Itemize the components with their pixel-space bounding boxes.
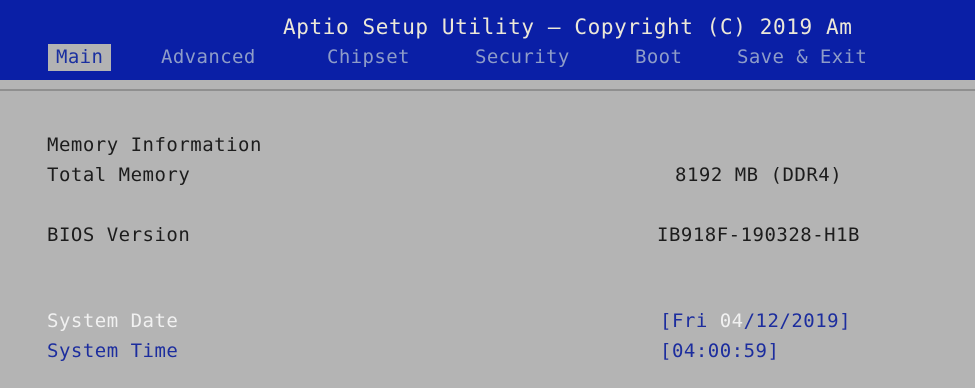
system-time-label[interactable]: System Time	[47, 339, 178, 363]
system-date-suffix: /12/2019]	[743, 310, 852, 332]
bios-setup-screen: Aptio Setup Utility – Copyright (C) 2019…	[0, 0, 975, 388]
total-memory-label: Total Memory	[47, 164, 191, 186]
tab-security[interactable]: Security	[475, 44, 570, 71]
header-bar: Aptio Setup Utility – Copyright (C) 2019…	[0, 0, 975, 80]
tab-chipset[interactable]: Chipset	[327, 44, 410, 71]
system-time-value[interactable]: [04:00:59]	[660, 339, 779, 363]
system-date-label[interactable]: System Date	[47, 309, 178, 333]
system-date-value[interactable]: [Fri 04/12/2019]	[660, 309, 851, 333]
tab-save-exit[interactable]: Save & Exit	[737, 44, 867, 71]
tab-main[interactable]: Main	[48, 44, 112, 71]
main-panel: Memory Information Total Memory 8192 MB …	[0, 80, 975, 388]
tab-boot[interactable]: Boot	[635, 44, 682, 71]
utility-title: Aptio Setup Utility – Copyright (C) 2019…	[283, 15, 853, 39]
panel-divider	[0, 89, 975, 91]
bios-version-value: IB918F-190328-H1B	[657, 224, 860, 246]
memory-information-heading: Memory Information	[47, 134, 262, 156]
system-date-month-field[interactable]: 04	[720, 310, 744, 332]
total-memory-value: 8192 MB (DDR4)	[675, 164, 843, 186]
system-date-prefix: [Fri	[660, 310, 720, 332]
tab-advanced[interactable]: Advanced	[161, 44, 256, 71]
bios-version-label: BIOS Version	[47, 224, 191, 246]
